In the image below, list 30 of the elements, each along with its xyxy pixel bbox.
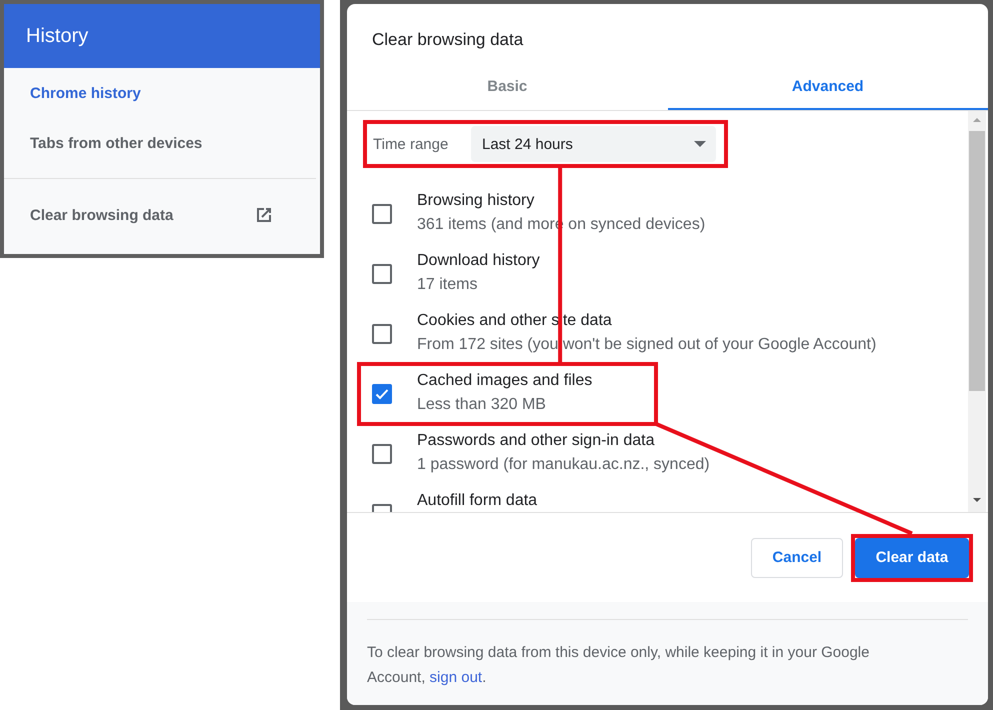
sign-out-link[interactable]: sign out [430,669,482,686]
tab[interactable]: Advanced [668,62,988,110]
footer-note: To clear browsing data from this device only, while keeping it in your Google Account, sign out. [367,643,870,688]
option-title: Autofill form data [417,491,538,511]
sidebar-item[interactable]: Tabs from other devices [4,118,320,168]
tab[interactable]: Basic [347,62,668,110]
checkbox[interactable] [372,444,392,464]
clear-data-button[interactable]: Clear data [855,538,969,578]
option-detail: Less than 320 MB [417,395,547,415]
checkbox[interactable] [372,324,392,344]
checkbox[interactable] [372,264,392,284]
time-range-label: Time range [373,136,450,152]
option-title: Passwords and other sign-in data [417,431,656,451]
option-title: Download history [417,251,540,271]
option-title: Cached images and files [417,371,592,391]
sidebar-item[interactable]: Clear browsing data [4,190,320,240]
dialog-title: Clear browsing data [371,29,524,51]
option-detail: 1 password (for manukau.ac.nz., synced) [417,455,710,475]
cancel-button[interactable]: Cancel [751,538,843,578]
option-detail: 17 items [417,275,478,295]
option-detail: From 172 sites (you won't be signed out of your Google Account) [417,335,876,355]
external-link-icon [254,205,274,225]
time-range-dropdown[interactable]: Last 24 hours [471,126,716,162]
checkbox[interactable] [372,204,392,224]
option-title: Browsing history [417,191,536,211]
caret-icon [694,141,706,147]
sidebar-title: History [26,24,88,48]
scrollbar[interactable] [968,111,986,512]
sidebar-item[interactable]: Chrome history [4,68,320,118]
checkbox[interactable] [372,384,392,404]
